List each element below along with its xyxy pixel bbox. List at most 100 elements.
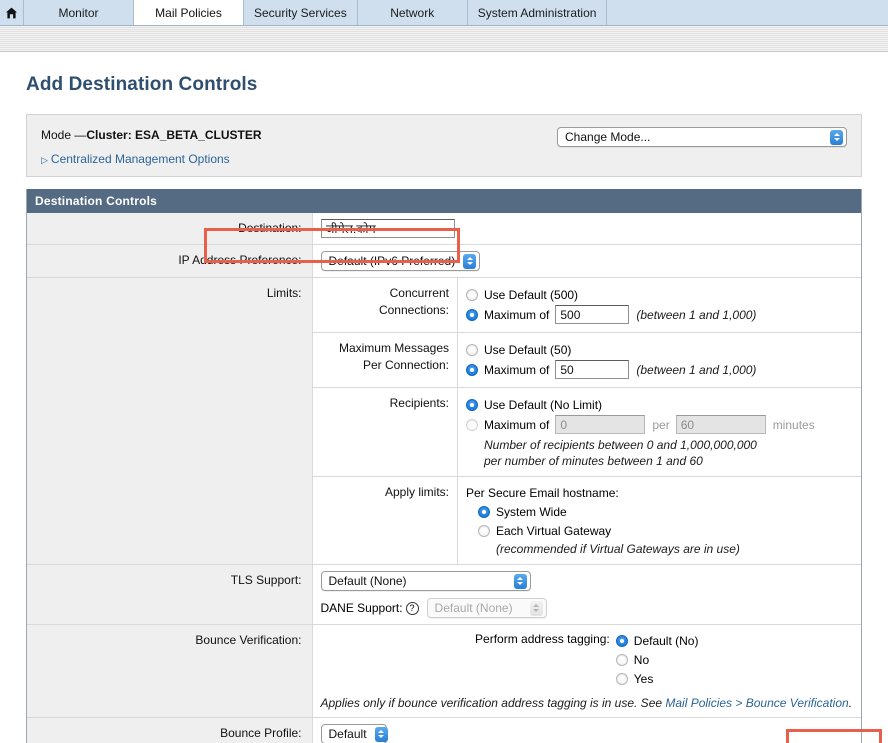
page-body: Add Destination Controls Mode —Cluster: …: [0, 74, 888, 743]
change-mode-select-value: Change Mode...: [565, 130, 651, 144]
recipients-use-default-option[interactable]: Use Default (No Limit): [466, 396, 853, 414]
nav-tab-monitor-label: Monitor: [58, 5, 99, 20]
destination-label: Destination:: [27, 213, 313, 245]
ip-address-preference-select-value: Default (IPv6 Preferred): [328, 254, 456, 268]
address-tagging-no-option[interactable]: No: [615, 651, 699, 669]
bounce-profile-select[interactable]: Default: [320, 724, 388, 743]
top-navigation-bar: Monitor Mail Policies Security Services …: [0, 0, 888, 26]
row-apply-limits: Apply limits: Per Secure Email hostname:…: [312, 476, 862, 565]
recipients-maximum-label: Maximum of: [484, 417, 550, 432]
mode-value: Cluster: ESA_BETA_CLUSTER: [86, 128, 262, 142]
radio-max-messages-use-default[interactable]: [466, 344, 478, 356]
recipients-maximum-option[interactable]: Maximum of per minutes: [466, 415, 853, 434]
max-messages-maximum-input[interactable]: [555, 360, 630, 379]
concurrent-connections-options: Use Default (500) Maximum of (between 1 …: [457, 278, 861, 333]
nav-tab-monitor[interactable]: Monitor: [24, 0, 134, 25]
nav-filler: [607, 0, 888, 25]
radio-apply-limits-system-wide[interactable]: [478, 506, 490, 518]
nav-tab-mail-policies[interactable]: Mail Policies: [134, 0, 244, 25]
destination-value-cell: [312, 213, 861, 245]
row-destination: Destination:: [27, 213, 861, 245]
destination-controls-form: Destination: IP Address Preference: Defa…: [27, 213, 861, 743]
max-messages-use-default-option[interactable]: Use Default (50): [466, 341, 853, 359]
recipients-hint-line-1: Number of recipients between 0 and 1,000…: [484, 438, 757, 452]
apply-limits-system-wide-option[interactable]: System Wide: [478, 503, 853, 521]
apply-limits-hint: (recommended if Virtual Gateways are in …: [496, 542, 740, 556]
radio-recipients-maximum[interactable]: [466, 418, 478, 431]
nav-tab-security-services-label: Security Services: [254, 5, 347, 20]
address-tagging-yes-option[interactable]: Yes: [615, 670, 699, 688]
limits-value-cell: Concurrent Connections: Use Default (500…: [312, 277, 862, 565]
row-limits: Limits: Concurrent Connections: Use Defa…: [27, 277, 862, 565]
recipients-use-default-label: Use Default (No Limit): [484, 398, 603, 412]
select-stepper-icon: [374, 726, 388, 742]
concurrent-use-default-option[interactable]: Use Default (500): [466, 286, 853, 304]
recipients-label: Recipients:: [312, 387, 458, 477]
concurrent-maximum-input[interactable]: [555, 305, 630, 324]
radio-max-messages-maximum[interactable]: [466, 363, 478, 376]
radio-address-tagging-no[interactable]: [615, 654, 628, 666]
mode-prefix-label: Mode —: [41, 128, 87, 142]
ip-address-preference-value-cell: Default (IPv6 Preferred): [312, 244, 861, 278]
dane-support-select-value: Default (None): [434, 601, 513, 615]
row-ip-address-preference: IP Address Preference: Default (IPv6 Pre…: [27, 244, 861, 278]
question-mark-icon[interactable]: ?: [405, 601, 419, 615]
mode-line: Mode —Cluster: ESA_BETA_CLUSTER: [41, 128, 262, 142]
bounce-profile-label: Bounce Profile:: [27, 717, 313, 743]
recipients-minutes-input[interactable]: [675, 415, 766, 434]
address-tagging-default-label: Default (No): [633, 634, 699, 648]
max-messages-label: Maximum Messages Per Connection:: [312, 332, 458, 388]
centralized-management-options-label: Centralized Management Options: [50, 152, 230, 166]
bounce-verification-hint-suffix: .: [848, 696, 853, 710]
mode-box-left: Mode —Cluster: ESA_BETA_CLUSTER ▷ Central…: [41, 127, 262, 166]
home-button[interactable]: [0, 0, 24, 25]
apply-limits-each-virtual-gateway-option[interactable]: Each Virtual Gateway: [478, 522, 853, 540]
address-tagging-default-option[interactable]: Default (No): [615, 632, 699, 650]
max-messages-use-default-label: Use Default (50): [484, 343, 572, 357]
concurrent-range-hint: (between 1 and 1,000): [636, 307, 757, 322]
row-tls-support: TLS Support: Default (None) DANE Support…: [27, 564, 861, 625]
radio-address-tagging-yes[interactable]: [615, 673, 628, 685]
address-tagging-yes-label: Yes: [633, 672, 654, 686]
tls-support-select[interactable]: Default (None): [320, 571, 531, 591]
select-stepper-icon: [463, 253, 477, 269]
bounce-verification-label: Bounce Verification:: [27, 624, 313, 718]
destination-input[interactable]: [320, 219, 455, 238]
radio-recipients-use-default[interactable]: [466, 399, 478, 411]
radio-concurrent-maximum[interactable]: [466, 308, 478, 321]
recipients-per-label: per: [652, 417, 670, 432]
bounce-verification-hint-link[interactable]: Mail Policies > Bounce Verification: [665, 696, 848, 710]
radio-address-tagging-default[interactable]: [615, 635, 628, 647]
centralized-management-options-link[interactable]: ▷ Centralized Management Options: [41, 152, 262, 166]
row-recipients: Recipients: Use Default (No Limit) Maxim…: [312, 387, 861, 477]
radio-apply-limits-each-virtual-gateway[interactable]: [478, 525, 490, 537]
nav-tab-system-administration[interactable]: System Administration: [467, 0, 608, 25]
nav-tab-network[interactable]: Network: [357, 0, 468, 25]
ip-address-preference-label: IP Address Preference:: [27, 244, 313, 278]
nav-tab-security-services[interactable]: Security Services: [244, 0, 358, 25]
nav-tab-system-administration-label: System Administration: [477, 5, 597, 20]
concurrent-maximum-option[interactable]: Maximum of (between 1 and 1,000): [466, 305, 853, 324]
dane-support-label: DANE Support:: [320, 601, 403, 615]
recipients-options: Use Default (No Limit) Maximum of per: [457, 387, 861, 477]
row-concurrent-connections: Concurrent Connections: Use Default (500…: [312, 278, 861, 333]
sub-header-stripe: [0, 26, 888, 52]
max-messages-maximum-option[interactable]: Maximum of (between 1 and 1,000): [466, 360, 853, 379]
recipients-hint-line-2: per number of minutes between 1 and 60: [484, 454, 703, 468]
max-messages-options: Use Default (50) Maximum of (between 1 a…: [457, 332, 861, 388]
apply-limits-heading: Per Secure Email hostname:: [466, 486, 619, 500]
home-icon: [5, 7, 18, 19]
tls-support-select-value: Default (None): [328, 574, 407, 588]
panel-header: Destination Controls: [27, 189, 861, 213]
dane-support-select[interactable]: Default (None): [426, 598, 547, 618]
tls-support-label: TLS Support:: [27, 564, 313, 625]
change-mode-select[interactable]: Change Mode...: [557, 127, 847, 147]
nav-tab-network-label: Network: [390, 5, 435, 20]
recipients-maximum-input[interactable]: [555, 415, 646, 434]
radio-concurrent-use-default[interactable]: [466, 289, 478, 301]
ip-address-preference-select[interactable]: Default (IPv6 Preferred): [320, 251, 481, 271]
apply-limits-options: Per Secure Email hostname: System Wide E…: [458, 477, 862, 565]
select-stepper-icon: [513, 573, 527, 589]
apply-limits-label: Apply limits:: [312, 476, 458, 564]
concurrent-maximum-label: Maximum of: [484, 307, 550, 322]
